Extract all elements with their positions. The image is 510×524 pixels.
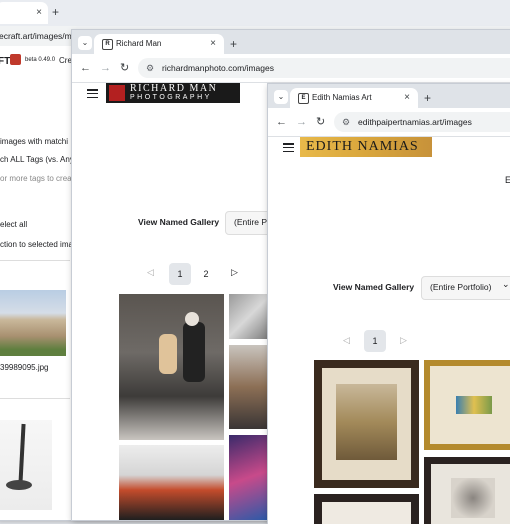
site-favicon-icon: R (102, 39, 113, 50)
thumbnail-filename: 39989095.jpg (0, 363, 49, 372)
new-tab-button[interactable]: + (230, 34, 237, 54)
logo-mark-icon (109, 85, 125, 101)
url-text: edithpaipertnamias.art/images (358, 117, 472, 127)
prev-page-icon[interactable]: ◁ (343, 335, 350, 346)
site-info-icon[interactable]: ⚙ (146, 58, 154, 78)
page-2-button[interactable]: 2 (195, 263, 217, 285)
gallery-select-value: (Entire Portfolio) (430, 282, 492, 292)
gallery-artwork[interactable] (314, 494, 419, 524)
gallery-photo[interactable] (229, 294, 269, 339)
address-bar[interactable]: ⚙ edithpaipertnamias.art/images (334, 112, 510, 132)
gallery-photo[interactable] (229, 345, 269, 429)
back-icon[interactable]: ← (276, 115, 287, 129)
image-thumbnail[interactable] (0, 290, 66, 356)
gallery-photo[interactable] (119, 294, 224, 440)
menu-icon[interactable] (283, 143, 294, 153)
brand-text: FT (0, 56, 11, 67)
close-tab-icon[interactable]: × (404, 88, 410, 108)
toolbar: ← → ↻ ⚙ richardmanphoto.com/images (72, 54, 510, 83)
next-page-icon[interactable]: ▷ (400, 335, 407, 346)
beta-badge: beta 0.49.0 (25, 57, 56, 63)
bulk-action-select[interactable]: ction to selected ima (0, 240, 73, 249)
gallery-artwork[interactable] (424, 360, 510, 450)
tab-strip: ⌄ E Edith Namias Art × + (268, 84, 510, 108)
gallery-select-value: (Entire P (234, 217, 268, 227)
page-1-button[interactable]: 1 (364, 330, 386, 352)
dropdown-chevron-icon: ⌄ (502, 279, 510, 289)
toolbar: ← → ↻ ⚙ edithpaipertnamias.art/images (268, 108, 510, 137)
tab-search-icon[interactable]: ⌄ (274, 90, 288, 104)
page-number: 1 (177, 269, 183, 279)
back-icon[interactable]: ← (80, 61, 91, 75)
forward-icon[interactable]: → (100, 61, 111, 75)
logo-subtitle: PHOTOGRAPHY (130, 94, 212, 101)
divider (0, 260, 70, 261)
tab-richard-man[interactable]: R Richard Man × (94, 34, 224, 54)
next-page-icon[interactable]: ▷ (231, 267, 238, 278)
forward-icon[interactable]: → (296, 115, 307, 129)
new-tab-button[interactable]: + (52, 2, 59, 22)
match-label: images with matchi (0, 137, 69, 146)
more-tags-hint: or more tags to creat (0, 174, 74, 183)
divider (0, 398, 70, 399)
tab-title: Richard Man (116, 39, 162, 48)
match-all-tags-label[interactable]: ch ALL Tags (vs. Any (0, 155, 74, 164)
gallery-label: View Named Gallery (333, 282, 415, 292)
tab-strip: × + (0, 0, 510, 26)
gallery-label: View Named Gallery (138, 217, 220, 227)
close-tab-icon[interactable]: × (36, 2, 42, 24)
gallery-photo[interactable] (119, 445, 224, 520)
select-all-checkbox[interactable]: elect all (0, 220, 27, 229)
close-tab-icon[interactable]: × (210, 34, 216, 54)
url-text: ecraft.art/images/mai (0, 31, 79, 41)
site-info-icon[interactable]: ⚙ (342, 112, 350, 132)
logo-text: EDITH NAMIAS (306, 139, 419, 154)
brand-logo-icon (10, 54, 21, 65)
reload-icon[interactable]: ↻ (316, 115, 325, 129)
browser-window-edith-namias: ⌄ E Edith Namias Art × + ← → ↻ ⚙ edithpa… (268, 84, 510, 524)
new-tab-button[interactable]: + (424, 88, 431, 108)
menu-icon[interactable] (87, 89, 98, 99)
prev-page-icon[interactable]: ◁ (147, 267, 154, 278)
gallery-select[interactable]: (Entire Portfolio) ⌄ (421, 276, 510, 300)
edith-namias-page: EDITH NAMIAS E View Named Gallery (Entir… (268, 137, 510, 524)
tab-edith-namias[interactable]: E Edith Namias Art × (290, 88, 418, 108)
site-favicon-icon: E (298, 93, 309, 104)
gallery-photo[interactable] (229, 435, 269, 520)
tab-title: Edith Namias Art (312, 93, 372, 102)
address-bar[interactable]: ⚙ richardmanphoto.com/images (138, 58, 510, 78)
tab-craft[interactable]: × (0, 2, 48, 24)
tab-strip: ⌄ R Richard Man × + (72, 30, 510, 54)
page-number: 2 (203, 269, 209, 279)
edge-text: E (505, 175, 510, 185)
reload-icon[interactable]: ↻ (120, 61, 129, 75)
site-logo[interactable]: RICHARD MAN PHOTOGRAPHY (106, 83, 240, 103)
gallery-artwork[interactable] (314, 360, 419, 488)
image-thumbnail[interactable] (0, 420, 52, 510)
gallery-artwork[interactable] (424, 457, 510, 524)
site-logo[interactable]: EDITH NAMIAS (300, 137, 432, 157)
page-1-button[interactable]: 1 (169, 263, 191, 285)
page-number: 1 (372, 336, 378, 346)
tab-search-icon[interactable]: ⌄ (78, 36, 92, 50)
url-text: richardmanphoto.com/images (162, 63, 274, 73)
